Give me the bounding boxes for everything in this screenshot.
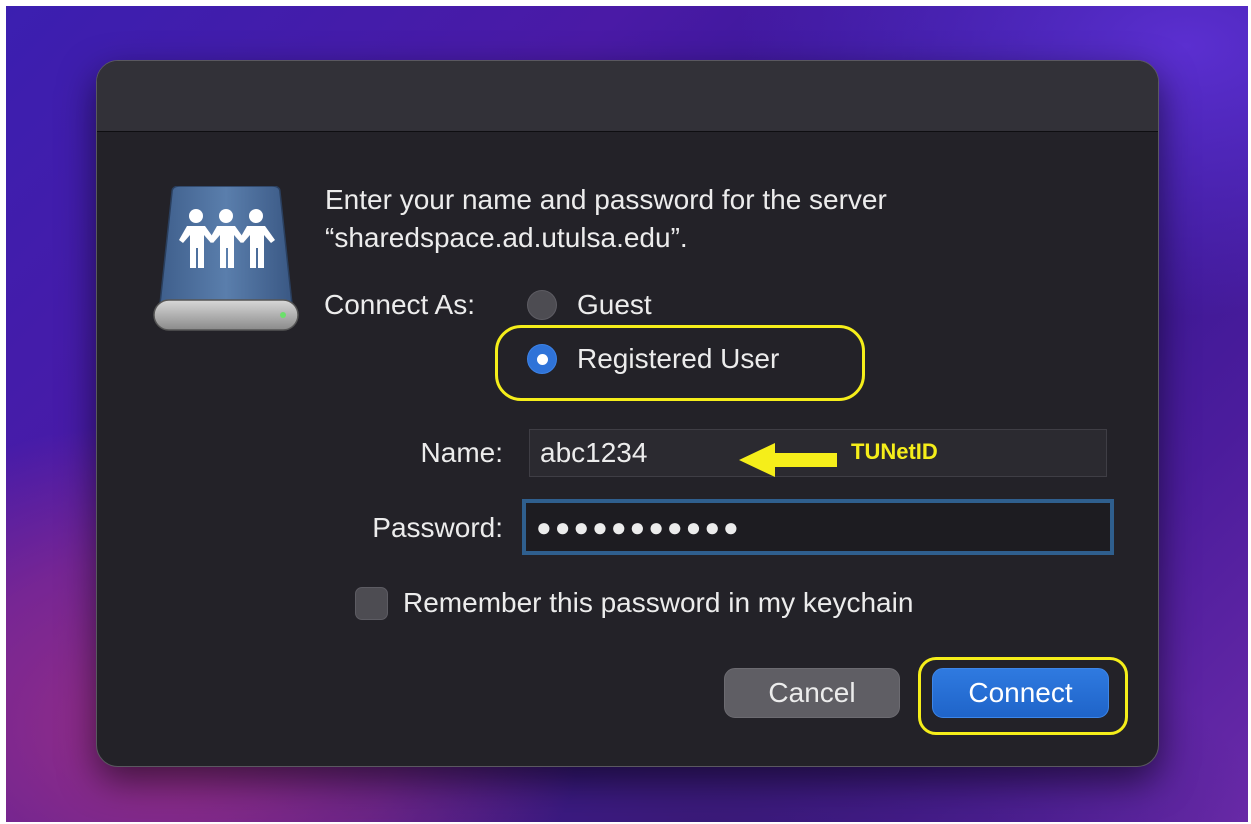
dialog-message: Enter your name and password for the ser… bbox=[325, 181, 1045, 257]
connect-as-label: Connect As: bbox=[324, 289, 475, 320]
password-label: Password: bbox=[372, 512, 503, 543]
connect-button[interactable]: Connect bbox=[932, 668, 1109, 718]
password-field-value: ●●●●●●●●●●● bbox=[536, 512, 742, 542]
radio-registered-user-label: Registered User bbox=[577, 343, 780, 374]
cancel-button[interactable]: Cancel bbox=[724, 668, 900, 718]
radio-registered-user[interactable]: Registered User bbox=[527, 340, 779, 378]
password-field[interactable]: ●●●●●●●●●●● bbox=[522, 499, 1114, 555]
dialog-titlebar bbox=[97, 61, 1158, 132]
name-field-value: abc1234 bbox=[540, 437, 648, 468]
tunetid-annotation: TUNetID bbox=[851, 439, 938, 464]
remember-password-option[interactable]: Remember this password in my keychain bbox=[355, 584, 913, 622]
radio-button-icon[interactable] bbox=[527, 290, 557, 320]
checkbox-icon[interactable] bbox=[355, 586, 388, 620]
connect-to-server-dialog: Enter your name and password for the ser… bbox=[96, 60, 1159, 767]
message-line-1: Enter your name and password for the ser… bbox=[325, 184, 887, 215]
shared-server-drive-icon bbox=[153, 186, 299, 331]
name-label: Name: bbox=[420, 437, 503, 468]
message-server-name: “sharedspace.ad.utulsa.edu”. bbox=[325, 222, 688, 253]
radio-button-selected-icon[interactable] bbox=[527, 344, 557, 374]
radio-guest[interactable]: Guest bbox=[527, 286, 652, 324]
radio-guest-label: Guest bbox=[577, 289, 652, 320]
left-arrow-annotation-icon bbox=[739, 443, 837, 477]
remember-password-label: Remember this password in my keychain bbox=[403, 587, 914, 618]
